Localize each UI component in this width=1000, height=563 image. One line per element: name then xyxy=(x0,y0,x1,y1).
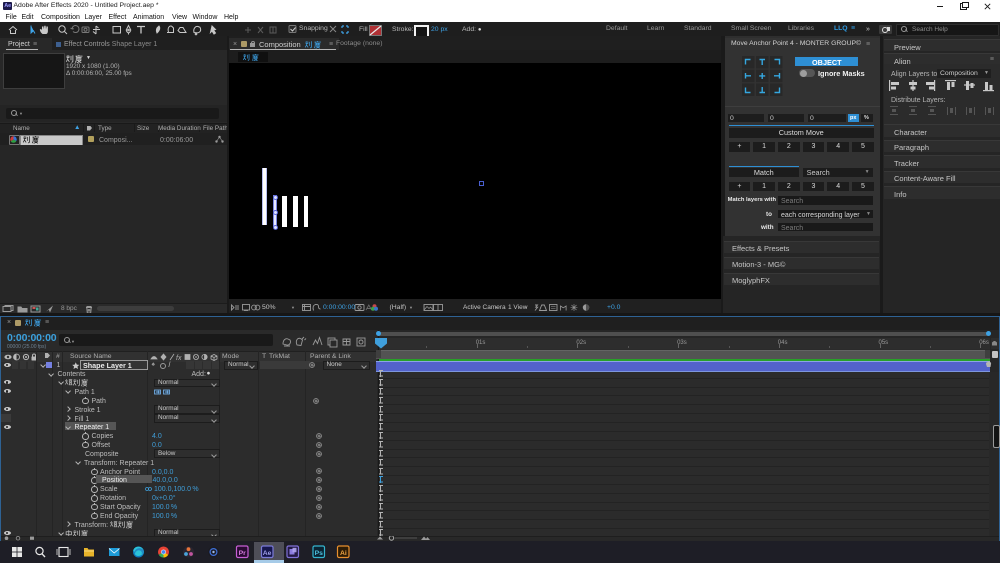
svg-text:Ai: Ai xyxy=(340,550,347,557)
svg-text:Ps: Ps xyxy=(315,550,324,557)
svg-text:fx: fx xyxy=(176,355,182,362)
svg-text:Ae: Ae xyxy=(263,550,272,557)
svg-text:Pr: Pr xyxy=(239,550,247,557)
